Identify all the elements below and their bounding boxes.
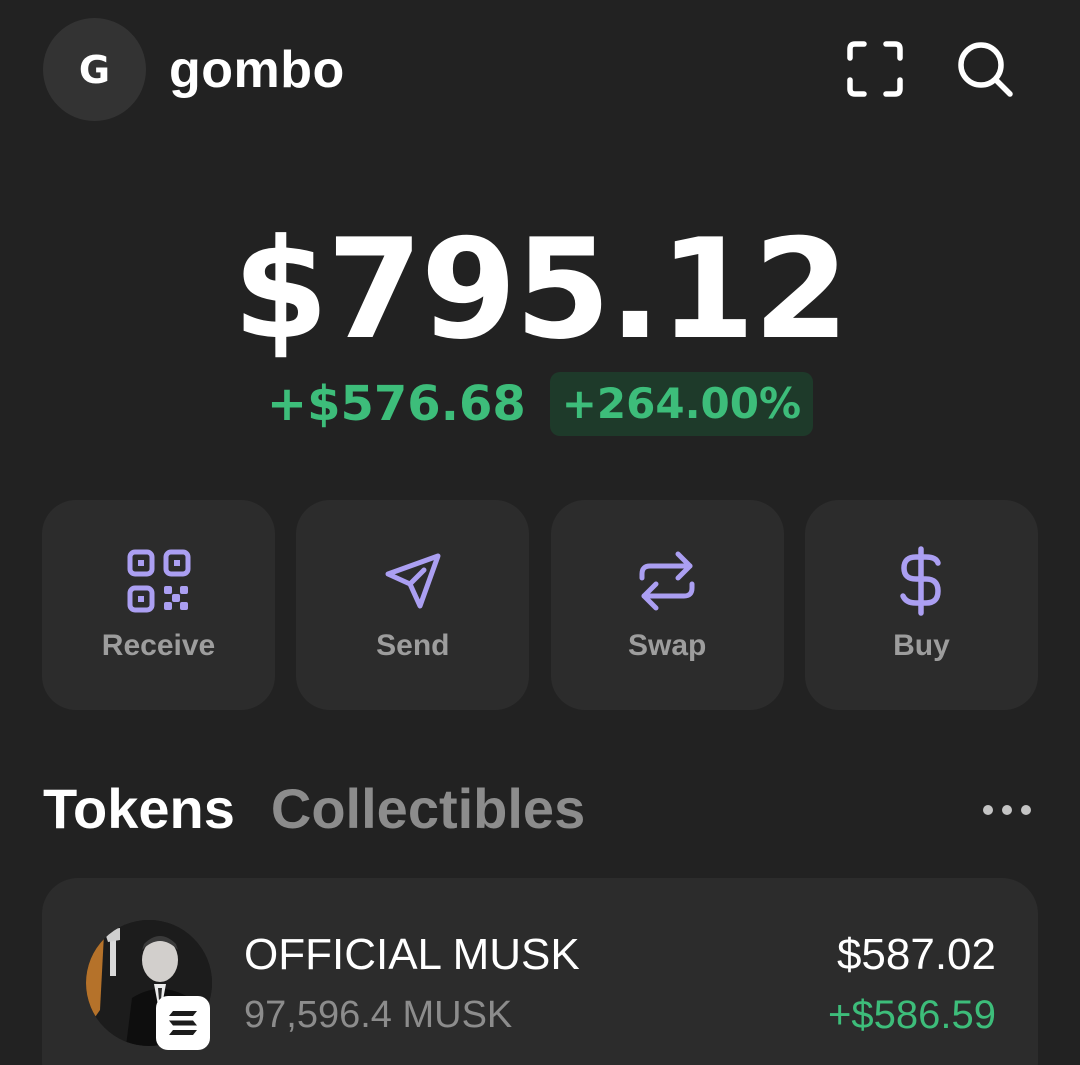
total-balance: $795.12: [232, 209, 850, 370]
search-button[interactable]: [950, 34, 1020, 104]
token-name: OFFICIAL MUSK: [244, 930, 580, 979]
balance-change-amount: +$576.68: [266, 376, 526, 432]
dollar-icon: [886, 546, 956, 616]
balance-change-percent-badge: +264.00%: [549, 372, 814, 436]
token-row[interactable]: OFFICIAL MUSK 97,596.4 MUSK $587.02 +$58…: [42, 878, 1038, 1065]
balance-change-row: +$576.68 +264.00%: [0, 372, 1080, 436]
account-name[interactable]: gombo: [169, 38, 345, 102]
header: G gombo: [0, 0, 1080, 140]
buy-button[interactable]: Buy: [804, 500, 1038, 710]
token-value: $587.02: [836, 930, 996, 979]
swap-button[interactable]: Swap: [550, 500, 784, 710]
swap-label: Swap: [627, 629, 707, 662]
more-horizontal-icon: [983, 805, 1031, 815]
solana-icon: [156, 996, 210, 1050]
receive-label: Receive: [101, 629, 216, 662]
send-button[interactable]: Send: [296, 500, 530, 710]
more-options-button[interactable]: [972, 790, 1042, 830]
token-amount: 97,596.4 MUSK: [244, 994, 513, 1036]
tab-collectibles[interactable]: Collectibles: [271, 774, 585, 844]
swap-icon: [632, 546, 702, 616]
search-icon: [958, 42, 1013, 97]
asset-tabs: Tokens Collectibles: [43, 774, 585, 844]
wallet-home-screen: G gombo $795.12 +$576.68 +264.00% Receiv…: [0, 0, 1080, 1065]
send-label: Send: [376, 629, 450, 662]
scan-button[interactable]: [840, 34, 910, 104]
token-change: +$586.59: [828, 993, 996, 1037]
qr-code-icon: [124, 546, 194, 616]
buy-label: Buy: [893, 629, 950, 662]
action-buttons: Receive Send Swap Buy: [42, 500, 1038, 710]
account-avatar[interactable]: G: [43, 18, 146, 121]
send-icon: [378, 546, 448, 616]
scan-icon: [847, 41, 903, 97]
tab-tokens[interactable]: Tokens: [43, 774, 235, 844]
receive-button[interactable]: Receive: [42, 500, 275, 710]
